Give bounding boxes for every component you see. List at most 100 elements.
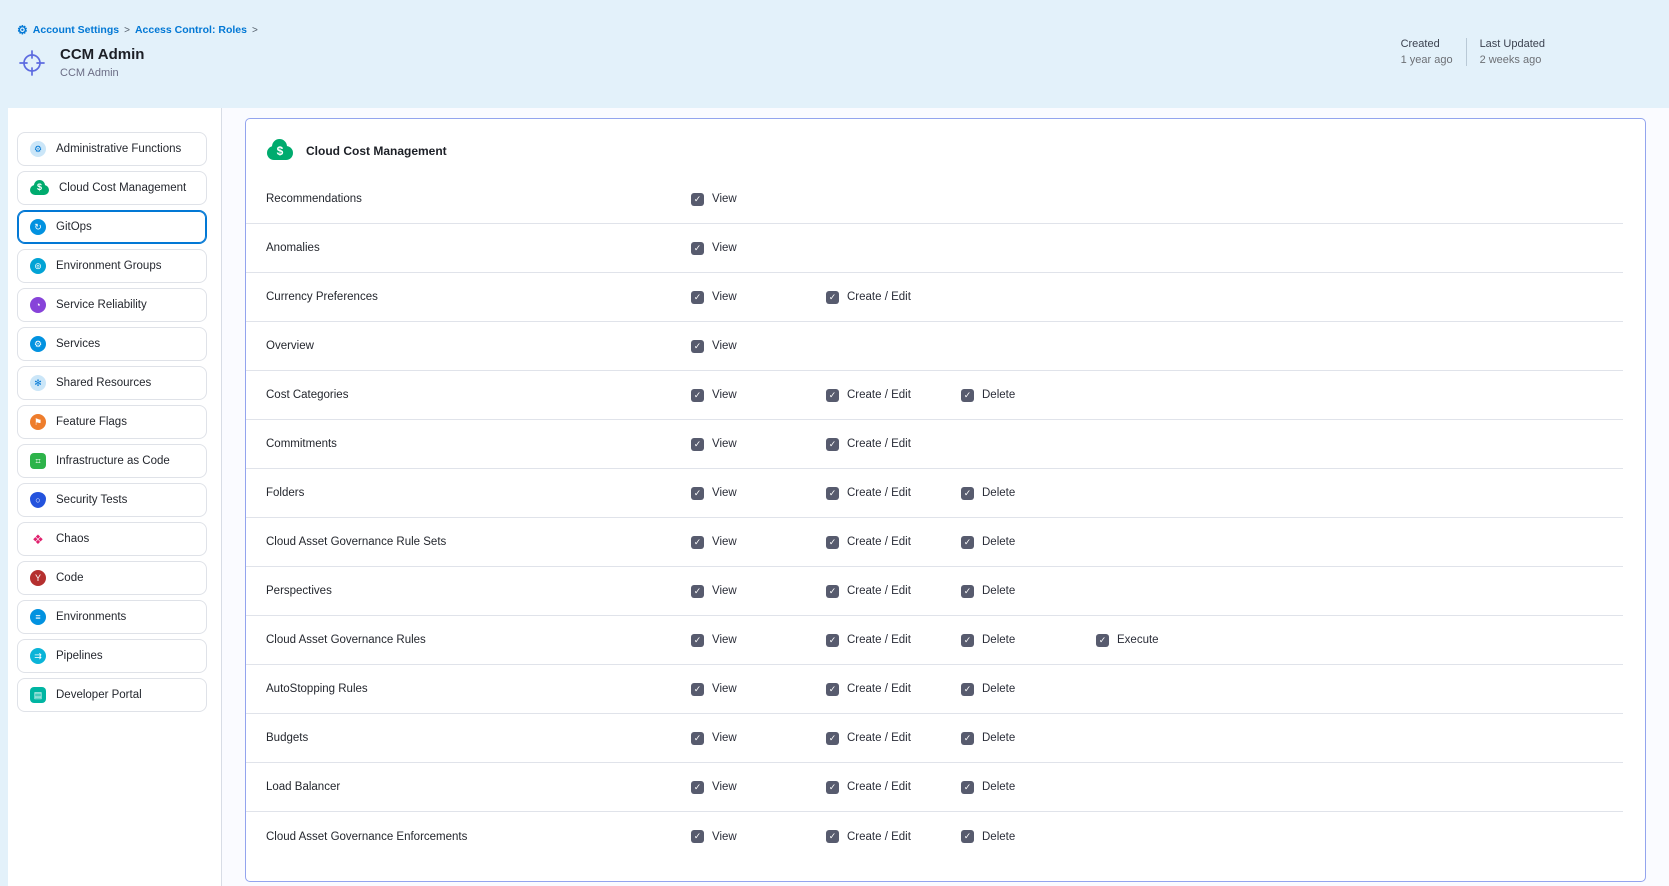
permission-label: Create / Edit (847, 438, 911, 450)
resource-name: AutoStopping Rules (246, 683, 691, 695)
create-checkbox[interactable]: ✓ (826, 585, 839, 598)
view-checkbox[interactable]: ✓ (691, 487, 704, 500)
permission-label: Delete (982, 683, 1015, 695)
sidebar-item-environments[interactable]: ≡Environments (17, 600, 207, 634)
created-label: Created (1401, 38, 1453, 50)
permission-label: View (712, 732, 737, 744)
sidebar-item-shared-resources[interactable]: ✻Shared Resources (17, 366, 207, 400)
view-checkbox[interactable]: ✓ (691, 242, 704, 255)
sidebar-item-feature-flags[interactable]: ⚑Feature Flags (17, 405, 207, 439)
resource-name: Load Balancer (246, 781, 691, 793)
create-checkbox[interactable]: ✓ (826, 732, 839, 745)
sidebar-item-label: Administrative Functions (56, 143, 181, 155)
sidebar-item-service-reliability[interactable]: ◔Service Reliability (17, 288, 207, 322)
view-checkbox[interactable]: ✓ (691, 634, 704, 647)
create-checkbox[interactable]: ✓ (826, 291, 839, 304)
breadcrumb-access-control-roles[interactable]: Access Control: Roles (135, 24, 247, 36)
infrastructure-as-code-icon: ⌗ (30, 453, 46, 469)
view-checkbox[interactable]: ✓ (691, 193, 704, 206)
create-checkbox[interactable]: ✓ (826, 389, 839, 402)
sidebar-item-environment-groups[interactable]: ⊚ Environment Groups (17, 249, 207, 283)
sidebar-item-services[interactable]: ⚙Services (17, 327, 207, 361)
permission-cell-view: ✓ View (691, 781, 826, 794)
resource-name: Cloud Asset Governance Enforcements (246, 831, 691, 843)
sidebar-item-pipelines[interactable]: ⇉Pipelines (17, 639, 207, 673)
sidebar-item-label: Environment Groups (56, 260, 161, 272)
sidebar-item-label: Code (56, 572, 84, 584)
create-checkbox[interactable]: ✓ (826, 634, 839, 647)
delete-checkbox[interactable]: ✓ (961, 830, 974, 843)
delete-checkbox[interactable]: ✓ (961, 585, 974, 598)
resource-name: Anomalies (246, 242, 691, 254)
permission-cell-delete: ✓Delete (961, 536, 1096, 549)
shared-resources-icon: ✻ (30, 375, 46, 391)
delete-checkbox[interactable]: ✓ (961, 732, 974, 745)
permission-cell-create: ✓Create / Edit (826, 781, 961, 794)
last-updated-value: 2 weeks ago (1480, 54, 1545, 66)
sidebar-item-label: GitOps (56, 221, 92, 233)
permission-row-commitments: Commitments✓View✓Create / Edit (246, 420, 1623, 469)
permission-row-currency-preferences: Currency Preferences✓View✓Create / Edit (246, 273, 1623, 322)
services-icon: ⚙ (30, 336, 46, 352)
permission-cell-view: ✓ View (691, 732, 826, 745)
delete-checkbox[interactable]: ✓ (961, 536, 974, 549)
view-checkbox[interactable]: ✓ (691, 781, 704, 794)
delete-checkbox[interactable]: ✓ (961, 781, 974, 794)
view-checkbox[interactable]: ✓ (691, 291, 704, 304)
permission-label: Create / Edit (847, 389, 911, 401)
view-checkbox[interactable]: ✓ (691, 536, 704, 549)
sidebar-item-label: Developer Portal (56, 689, 142, 701)
view-checkbox[interactable]: ✓ (691, 830, 704, 843)
permission-cell-view: ✓View (691, 193, 826, 206)
sidebar-item-label: Chaos (56, 533, 89, 545)
sidebar-item-code[interactable]: YCode (17, 561, 207, 595)
view-checkbox[interactable]: ✓ (691, 585, 704, 598)
delete-checkbox[interactable]: ✓ (961, 487, 974, 500)
permission-cell-view: ✓ View (691, 389, 826, 402)
create-checkbox[interactable]: ✓ (826, 781, 839, 794)
permission-label: View (712, 683, 737, 695)
permission-row-load-balancer: Load Balancer✓View✓Create / Edit✓Delete (246, 763, 1623, 812)
view-checkbox[interactable]: ✓ (691, 438, 704, 451)
permission-label: Create / Edit (847, 487, 911, 499)
view-checkbox[interactable]: ✓ (691, 683, 704, 696)
breadcrumb-account-settings[interactable]: Account Settings (33, 24, 119, 36)
permission-cell-create: ✓Create / Edit (826, 683, 961, 696)
delete-checkbox[interactable]: ✓ (961, 634, 974, 647)
sidebar-item-infrastructure-as-code[interactable]: ⌗Infrastructure as Code (17, 444, 207, 478)
sidebar-item-security-tests[interactable]: ○Security Tests (17, 483, 207, 517)
create-checkbox[interactable]: ✓ (826, 830, 839, 843)
view-checkbox[interactable]: ✓ (691, 340, 704, 353)
permission-cell-execute: ✓Execute (1096, 634, 1231, 647)
delete-checkbox[interactable]: ✓ (961, 683, 974, 696)
permission-cell-create: ✓Create / Edit (826, 536, 961, 549)
developer-portal-icon: ▤ (30, 687, 46, 703)
sidebar-item-cloud-cost-management[interactable]: $Cloud Cost Management (17, 171, 207, 205)
environment-groups-icon: ⊚ (30, 258, 46, 274)
view-checkbox[interactable]: ✓ (691, 732, 704, 745)
role-meta: Created 1 year ago Last Updated 2 weeks … (1401, 38, 1545, 66)
create-checkbox[interactable]: ✓ (826, 438, 839, 451)
view-checkbox[interactable]: ✓ (691, 389, 704, 402)
create-checkbox[interactable]: ✓ (826, 487, 839, 500)
permission-label: View (712, 781, 737, 793)
create-checkbox[interactable]: ✓ (826, 683, 839, 696)
sidebar-item-administrative-functions[interactable]: ⚙Administrative Functions (17, 132, 207, 166)
permission-row-perspectives: Perspectives✓View✓Create / Edit✓Delete (246, 567, 1623, 616)
permission-cell-view: ✓ View (691, 683, 826, 696)
sidebar-item-chaos[interactable]: ❖Chaos (17, 522, 207, 556)
permission-label: View (712, 242, 737, 254)
resource-name: Cloud Asset Governance Rules (246, 634, 691, 646)
sidebar-item-label: Service Reliability (56, 299, 147, 311)
permission-cell-delete: ✓Delete (961, 487, 1096, 500)
permission-cell-view: ✓View (691, 634, 826, 647)
permission-label: View (712, 389, 737, 401)
resource-name: Budgets (246, 732, 691, 744)
resource-name: Folders (246, 487, 691, 499)
delete-checkbox[interactable]: ✓ (961, 389, 974, 402)
create-checkbox[interactable]: ✓ (826, 536, 839, 549)
permission-label: View (712, 585, 737, 597)
sidebar-item-gitops[interactable]: ↻GitOps (17, 210, 207, 244)
execute-checkbox[interactable]: ✓ (1096, 634, 1109, 647)
sidebar-item-developer-portal[interactable]: ▤ Developer Portal (17, 678, 207, 712)
